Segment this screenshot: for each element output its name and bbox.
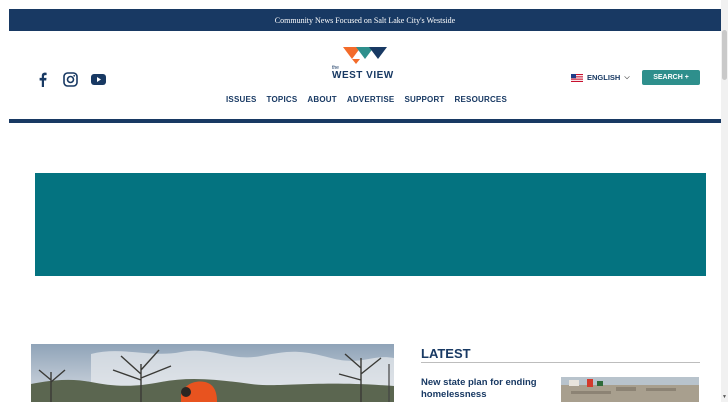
- scrollbar-thumb[interactable]: [722, 30, 727, 80]
- header-divider: [9, 119, 721, 123]
- page: Community News Focused on Salt Lake City…: [0, 0, 728, 402]
- site-header: the WEST VIEW ISSUES TOPICS ABOUT ADVERT…: [9, 31, 721, 121]
- chevron-down-icon: ⌵: [624, 73, 630, 81]
- facebook-icon[interactable]: [34, 71, 50, 87]
- instagram-icon[interactable]: [62, 71, 78, 87]
- top-tagline-bar: Community News Focused on Salt Lake City…: [9, 9, 721, 31]
- latest-headline-link[interactable]: New state plan for ending homelessness: [421, 377, 541, 401]
- logo-mark-icon: [343, 47, 387, 64]
- nav-support[interactable]: SUPPORT: [404, 95, 444, 104]
- social-links: [34, 71, 106, 87]
- nav-advertise[interactable]: ADVERTISE: [347, 95, 395, 104]
- us-flag-icon: [571, 73, 583, 82]
- nav-issues[interactable]: ISSUES: [226, 95, 257, 104]
- page-scrollbar[interactable]: ▼: [721, 0, 728, 402]
- latest-heading: LATEST: [421, 346, 471, 361]
- ad-banner[interactable]: [35, 173, 706, 276]
- nav-resources[interactable]: RESOURCES: [455, 95, 507, 104]
- search-button[interactable]: SEARCH +: [642, 70, 700, 85]
- language-selector[interactable]: ENGLISH ⌵: [571, 73, 630, 82]
- logo-name: WEST VIEW: [332, 70, 394, 81]
- featured-image[interactable]: [31, 344, 394, 402]
- main-nav: ISSUES TOPICS ABOUT ADVERTISE SUPPORT RE…: [226, 95, 507, 104]
- latest-divider: [421, 362, 700, 363]
- tagline-text: Community News Focused on Salt Lake City…: [274, 15, 456, 25]
- language-label: ENGLISH: [587, 73, 621, 82]
- nav-topics[interactable]: TOPICS: [267, 95, 298, 104]
- latest-thumbnail-image[interactable]: [561, 377, 699, 402]
- nav-about[interactable]: ABOUT: [307, 95, 336, 104]
- site-logo[interactable]: the WEST VIEW: [329, 47, 405, 87]
- scroll-down-arrow-icon[interactable]: ▼: [722, 394, 727, 400]
- youtube-icon[interactable]: [90, 71, 106, 87]
